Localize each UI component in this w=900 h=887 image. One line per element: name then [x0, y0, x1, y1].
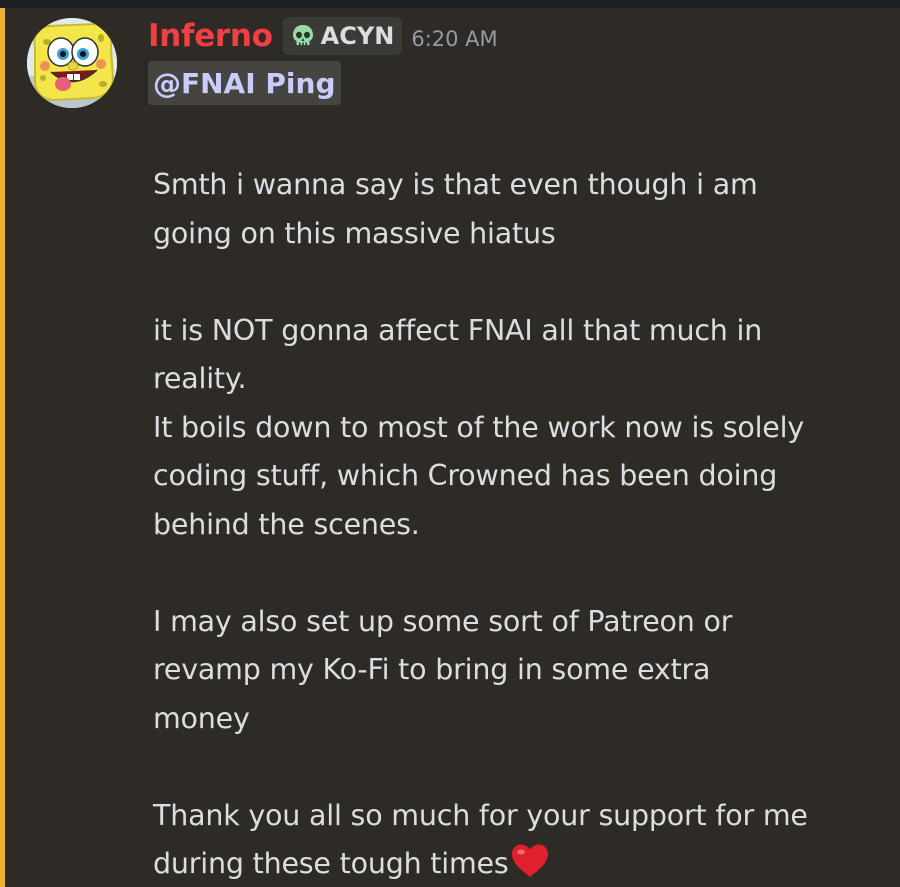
role-tag-label: ACYN — [320, 22, 395, 50]
red-heart-icon[interactable] — [510, 843, 550, 879]
message-line: it is NOT gonna affect FNAI all that muc… — [153, 313, 763, 347]
line-break — [153, 258, 893, 307]
message-line: behind the scenes. — [153, 507, 420, 541]
message-line: Smth i wanna say is that even though i a… — [153, 168, 758, 201]
message-line: Thank you all so much for your support f… — [153, 798, 808, 832]
role-mention[interactable]: @FNAI Ping — [148, 61, 341, 105]
message-line: reality. — [153, 362, 247, 395]
message-line: It boils down to most of the work now is… — [153, 410, 805, 444]
message-timestamp[interactable]: 6:20 AM — [411, 21, 497, 51]
message-line: going on this massive hiatus — [153, 216, 556, 250]
chat-message: Inferno ACYN 6:20 AM @FNAI Ping Smth i w… — [5, 8, 900, 887]
author-username[interactable]: Inferno — [148, 18, 273, 54]
message-line-text: during these tough times — [153, 847, 509, 880]
message-line: I may also set up some sort of Patreon o… — [153, 604, 733, 638]
message-line: money — [153, 701, 250, 735]
message-content: Smth i wanna say is that even though i a… — [153, 161, 893, 887]
line-break — [153, 549, 893, 598]
line-break — [153, 743, 893, 792]
message-line: coding stuff, which Crowned has been doi… — [153, 459, 778, 492]
top-divider — [0, 0, 900, 8]
spongebob-avatar-image — [27, 18, 117, 108]
message-line: revamp my Ko-Fi to bring in some extra — [153, 653, 711, 686]
message-header: Inferno ACYN 6:20 AM — [148, 16, 498, 56]
spongebob-avatar[interactable] — [27, 18, 117, 108]
message-line-last: during these tough times — [153, 840, 893, 887]
role-tag[interactable]: ACYN — [282, 17, 403, 55]
skull-icon — [292, 25, 313, 45]
